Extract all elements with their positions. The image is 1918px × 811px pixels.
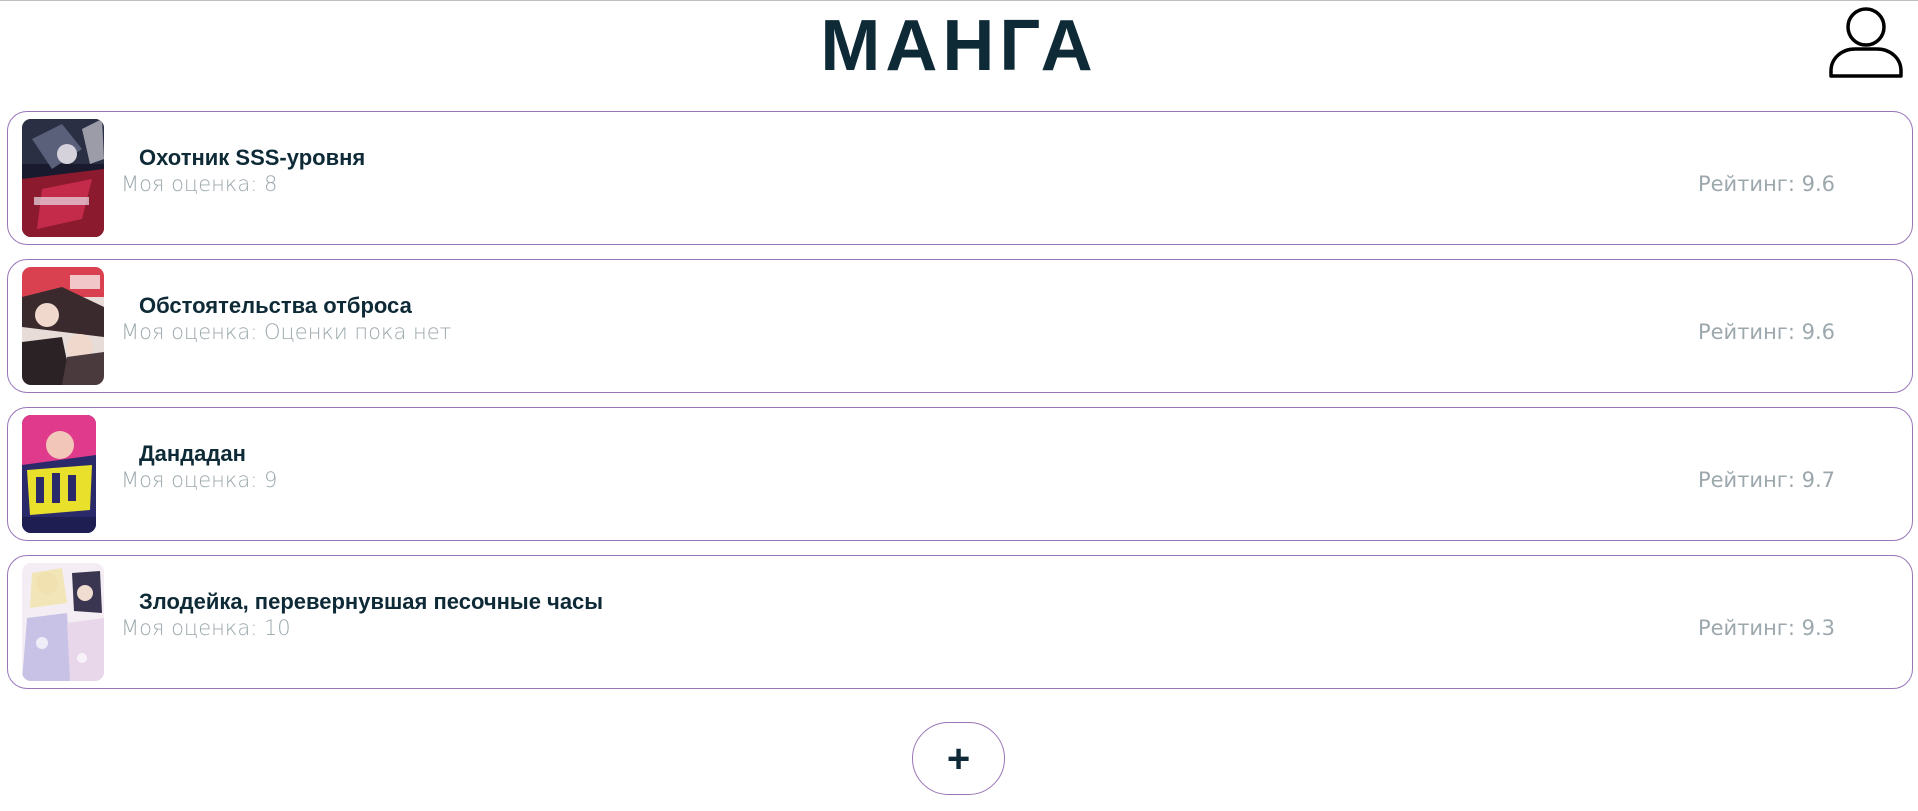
manga-cover-image <box>22 563 104 681</box>
my-rating-text: Моя оценка: 10 <box>121 616 291 640</box>
manga-title: Охотник SSS-уровня <box>139 145 366 170</box>
rating-text: Рейтинг: 9.7 <box>1697 468 1835 492</box>
manga-card[interactable]: Обстоятельства отброса Моя оценка: Оценк… <box>7 259 1913 393</box>
rating-text: Рейтинг: 9.6 <box>1697 320 1835 344</box>
manga-title: Обстоятельства отброса <box>139 293 412 318</box>
my-rating-text: Моя оценка: 9 <box>121 468 278 492</box>
manga-cover-image <box>22 119 104 237</box>
manga-title: Дандадан <box>139 441 246 466</box>
rating-text: Рейтинг: 9.3 <box>1697 616 1835 640</box>
top-divider <box>0 0 1918 1</box>
profile-button[interactable] <box>1828 5 1904 79</box>
my-rating-text: Моя оценка: Оценки пока нет <box>121 320 452 344</box>
manga-list: Охотник SSS-уровня Моя оценка: 8 Рейтинг… <box>7 111 1913 703</box>
manga-card[interactable]: Охотник SSS-уровня Моя оценка: 8 Рейтинг… <box>7 111 1913 245</box>
manga-cover-image <box>22 267 104 385</box>
manga-card[interactable]: Дандадан Моя оценка: 9 Рейтинг: 9.7 <box>7 407 1913 541</box>
page-title: МАНГА <box>820 6 1098 86</box>
manga-card[interactable]: Злодейка, перевернувшая песочные часы Мо… <box>7 555 1913 689</box>
user-icon <box>1829 7 1903 78</box>
manga-cover-image <box>22 415 96 533</box>
rating-text: Рейтинг: 9.6 <box>1697 172 1835 196</box>
manga-title: Злодейка, перевернувшая песочные часы <box>139 589 604 614</box>
my-rating-text: Моя оценка: 8 <box>121 172 278 196</box>
add-manga-button[interactable]: + <box>912 722 1005 795</box>
